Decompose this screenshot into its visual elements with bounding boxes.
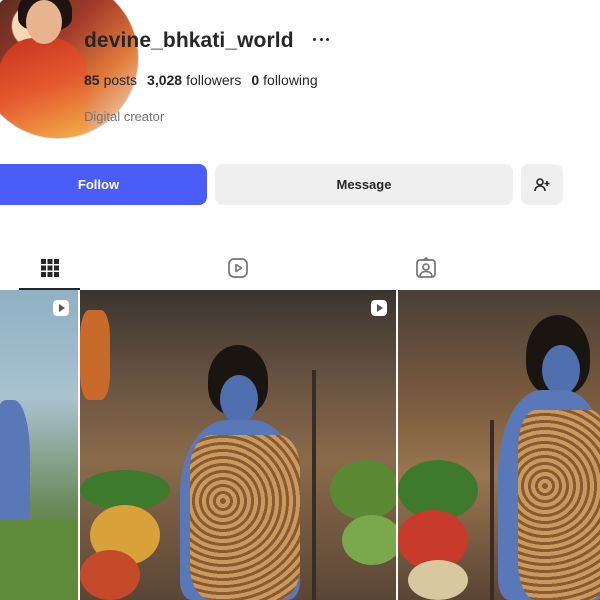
post-thumbnail[interactable] (398, 290, 600, 600)
tab-tagged[interactable] (414, 256, 438, 280)
followers-label: followers (186, 72, 242, 88)
profile-username: devine_bhkati_world (84, 29, 294, 52)
post-produce (80, 470, 170, 510)
profile-stats: 85 posts 3,028 followers 0 following (84, 72, 318, 88)
suggested-users-button[interactable] (521, 164, 563, 205)
posts-grid (0, 290, 600, 600)
reels-icon (228, 258, 248, 278)
post-figure-head (220, 375, 258, 423)
post-figure (0, 400, 30, 540)
post-grass (0, 520, 78, 600)
post-trident (490, 420, 494, 600)
grid-icon (41, 259, 59, 277)
message-button[interactable]: Message (215, 164, 513, 205)
followers-stat[interactable]: 3,028 followers (147, 72, 241, 88)
avatar-figure-face (26, 0, 62, 44)
post-figure-garment (190, 435, 300, 600)
followers-count: 3,028 (147, 72, 183, 88)
add-user-icon (534, 177, 550, 191)
following-label: following (263, 72, 318, 88)
posts-label: posts (103, 72, 138, 88)
post-produce (80, 550, 140, 600)
avatar-figure-sari (0, 38, 88, 138)
reel-indicator-icon (371, 300, 387, 316)
post-thumbnail[interactable] (0, 290, 78, 600)
following-stat[interactable]: 0 following (251, 72, 317, 88)
tagged-icon (416, 257, 436, 278)
profile-bio: Digital creator (84, 109, 165, 124)
profile-tabs (0, 252, 600, 290)
tab-reels[interactable] (226, 256, 250, 280)
following-count: 0 (251, 72, 260, 88)
posts-count: 85 (84, 72, 100, 88)
posts-stat: 85 posts (84, 72, 137, 88)
reel-indicator-icon (53, 300, 69, 316)
follow-button[interactable]: Follow (0, 164, 207, 205)
post-produce (80, 310, 110, 400)
post-produce (342, 515, 396, 565)
post-produce (330, 460, 396, 520)
post-figure-head (542, 345, 580, 395)
post-produce (408, 560, 468, 600)
tab-posts[interactable] (38, 256, 62, 280)
post-figure-garment (518, 410, 600, 600)
post-trident (312, 370, 316, 600)
more-options-icon[interactable] (313, 36, 329, 42)
post-thumbnail[interactable] (80, 290, 396, 600)
